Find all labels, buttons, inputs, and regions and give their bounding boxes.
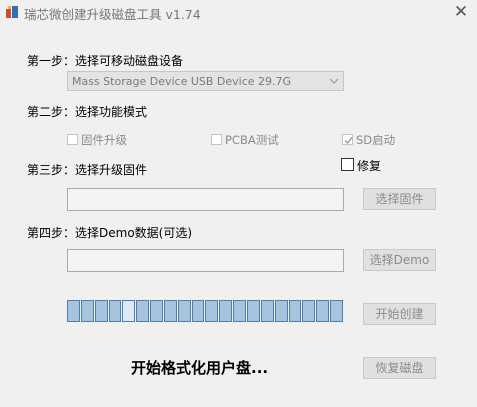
progress-segment [274, 300, 288, 322]
checkbox-box [211, 134, 222, 145]
checkbox-label: PCBA测试 [225, 133, 279, 147]
checkbox-box [342, 134, 353, 145]
progress-segment [330, 300, 343, 322]
demo-path-field[interactable] [67, 249, 344, 272]
select-demo-button[interactable]: 选择Demo [363, 249, 436, 271]
progress-segment [163, 300, 177, 322]
progress-segment [67, 300, 80, 322]
progress-segment [205, 300, 219, 322]
close-icon[interactable]: ✕ [451, 3, 471, 21]
checkbox-box [341, 158, 354, 171]
title-bar: 瑞芯微创建升级磁盘工具 v1.74 ✕ [0, 0, 477, 26]
progress-segment [177, 300, 191, 322]
progress-segment [302, 300, 316, 322]
step2-label: 第二步：选择功能模式 [27, 105, 148, 119]
device-select-value: Mass Storage Device USB Device 29.7G [72, 75, 292, 88]
device-select[interactable]: Mass Storage Device USB Device 29.7G [67, 71, 344, 91]
progress-segment [288, 300, 302, 322]
progress-segment [316, 300, 330, 322]
progress-bar [67, 300, 344, 324]
step3-label: 第三步：选择升级固件 [27, 163, 148, 177]
checkbox-label: SD启动 [356, 133, 396, 147]
progress-segment [219, 300, 233, 322]
chevron-down-icon [329, 78, 339, 84]
progress-segment [191, 300, 205, 322]
checkbox-label: 修复 [357, 159, 382, 173]
progress-segment [94, 300, 108, 322]
restore-disk-button[interactable]: 恢复磁盘 [363, 357, 436, 379]
status-text: 开始格式化用户盘... [131, 359, 269, 377]
checkbox-label: 固件升级 [81, 133, 127, 147]
app-icon [6, 6, 18, 18]
progress-segment [150, 300, 163, 322]
window-title: 瑞芯微创建升级磁盘工具 v1.74 [24, 7, 201, 22]
firmware-path-field[interactable] [67, 188, 344, 211]
progress-segment [80, 300, 94, 322]
step1-label: 第一步：选择可移动磁盘设备 [27, 54, 184, 68]
progress-segment [136, 300, 150, 322]
progress-segment [233, 300, 246, 322]
select-firmware-button[interactable]: 选择固件 [363, 188, 436, 210]
step4-label: 第四步：选择Demo数据(可选) [27, 226, 193, 240]
progress-segment [122, 300, 136, 322]
progress-segment [260, 300, 274, 322]
progress-segment [108, 300, 122, 322]
start-create-button[interactable]: 开始创建 [363, 303, 436, 325]
checkbox-box [67, 134, 78, 145]
progress-segment [246, 300, 260, 322]
check-icon [344, 137, 353, 145]
